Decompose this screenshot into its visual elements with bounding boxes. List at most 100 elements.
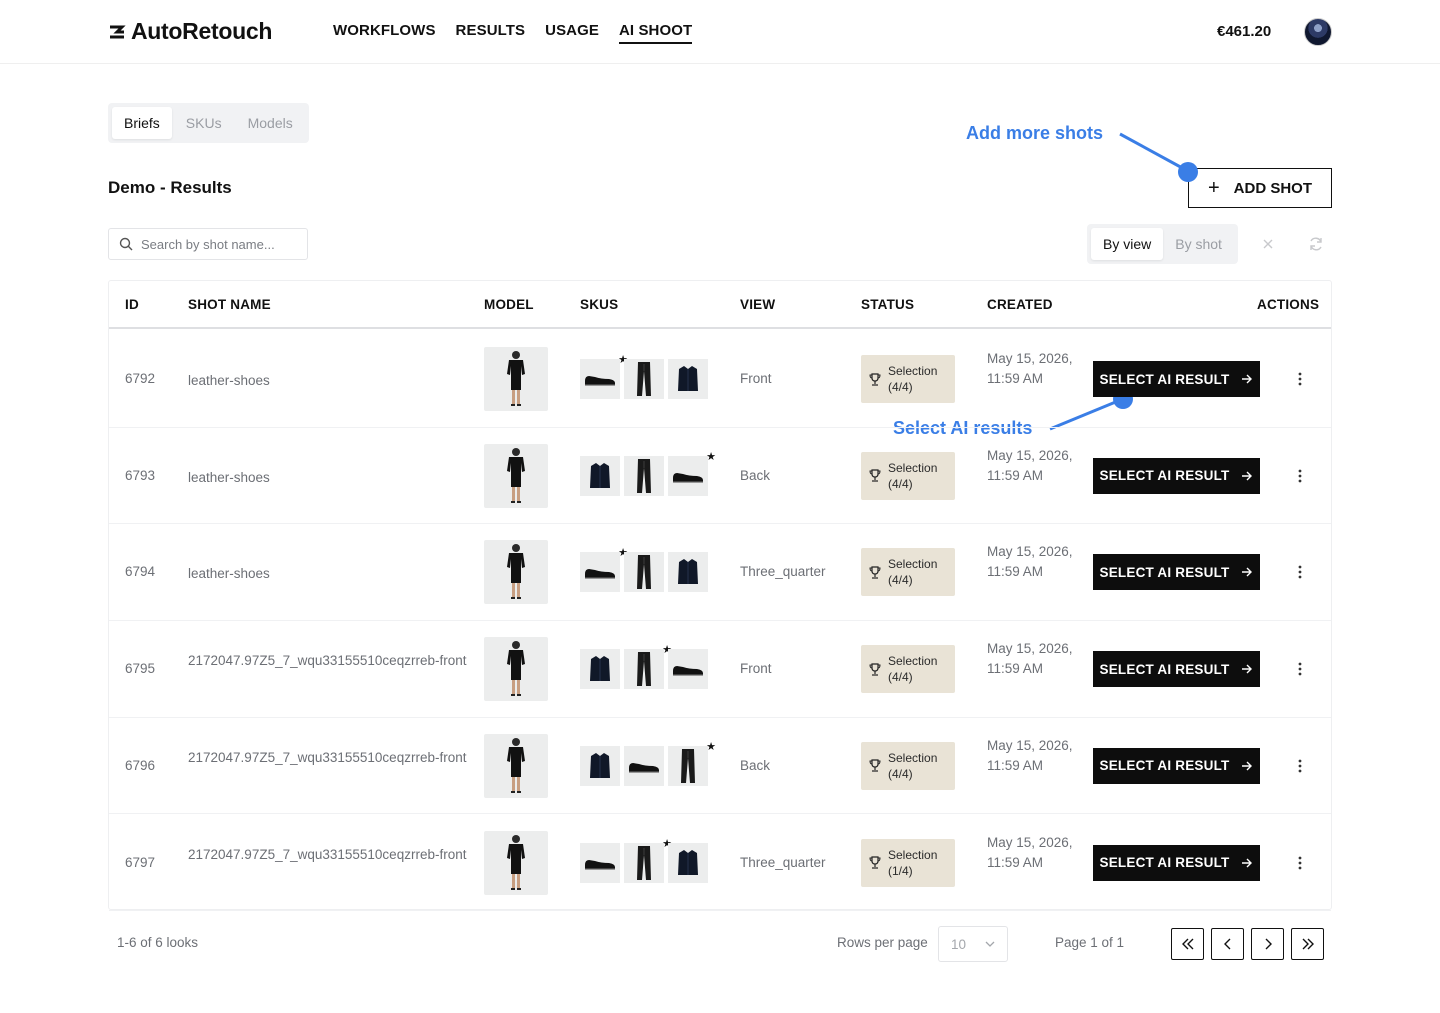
sku-thumbnail[interactable]: ★ xyxy=(624,838,672,883)
sku-thumbnail[interactable] xyxy=(668,842,708,883)
toggle-by-view[interactable]: By view xyxy=(1091,228,1164,260)
tab-briefs[interactable]: Briefs xyxy=(112,107,172,139)
tab-skus[interactable]: SKUs xyxy=(174,107,234,139)
toggle-by-shot[interactable]: By shot xyxy=(1163,228,1234,260)
row-more-options[interactable] xyxy=(1293,853,1307,873)
row-more-options[interactable] xyxy=(1293,562,1307,582)
status-count: (4/4) xyxy=(888,766,913,781)
select-ai-result-button[interactable]: SELECT AI RESULT xyxy=(1093,651,1260,688)
model-figure-icon xyxy=(507,737,525,793)
table-row[interactable]: 6794 leather-shoes ★ Three_quarter Selec… xyxy=(109,524,1331,622)
row-created: May 15, 2026, 11:59 AM xyxy=(987,351,1073,386)
row-view: Front xyxy=(740,661,772,677)
model-thumbnail[interactable] xyxy=(484,347,548,411)
select-ai-result-button[interactable]: SELECT AI RESULT xyxy=(1093,747,1260,784)
table-header: ID SHOT NAME MODEL SKUS VIEW STATUS CREA… xyxy=(109,281,1331,329)
arrow-right-icon xyxy=(1242,471,1253,481)
model-thumbnail[interactable] xyxy=(484,830,548,895)
next-page-button[interactable] xyxy=(1251,928,1284,960)
user-avatar[interactable] xyxy=(1304,18,1332,46)
sku-thumbnail[interactable]: ★ xyxy=(668,451,716,496)
table-row[interactable]: 6797 2172047.97Z5_7_wqu33155510ceqzrreb-… xyxy=(109,815,1331,912)
model-thumbnail[interactable] xyxy=(484,733,548,798)
sku-thumbnail[interactable] xyxy=(580,455,620,496)
table-row[interactable]: 6793 leather-shoes ★ Back Selection (4/4… xyxy=(109,428,1331,525)
sku-thumbnail[interactable] xyxy=(624,745,664,786)
kebab-menu-icon xyxy=(1298,372,1302,386)
arrow-right-icon xyxy=(1242,858,1253,867)
rows-per-page-select[interactable]: 10 xyxy=(938,926,1008,962)
sku-thumbnail[interactable]: ★ xyxy=(624,644,672,690)
sku-thumbnail[interactable] xyxy=(580,745,620,786)
arrow-right-icon xyxy=(1242,664,1253,674)
row-more-options[interactable] xyxy=(1293,756,1307,776)
view-toggle: By view By shot xyxy=(1087,224,1238,264)
select-ai-result-label: SELECT AI RESULT xyxy=(1099,661,1230,677)
trophy-icon xyxy=(869,372,881,386)
last-page-button[interactable] xyxy=(1291,928,1324,960)
row-id: 6795 xyxy=(125,661,156,677)
sku-thumbnail[interactable]: ★ xyxy=(668,741,716,786)
row-created: May 15, 2026, 11:59 AM xyxy=(987,544,1073,580)
arrow-right-icon xyxy=(1242,567,1253,577)
select-ai-result-button[interactable]: SELECT AI RESULT xyxy=(1093,361,1260,397)
logo-icon xyxy=(110,25,126,38)
nav-workflows[interactable]: WORKFLOWS xyxy=(333,22,436,44)
row-more-options[interactable] xyxy=(1293,466,1307,486)
row-created: May 15, 2026, 11:59 AM xyxy=(987,447,1073,483)
trophy-icon xyxy=(869,566,881,579)
pants-icon xyxy=(637,362,651,396)
model-figure-icon xyxy=(507,834,525,890)
model-thumbnail[interactable] xyxy=(484,637,548,702)
prev-page-button[interactable] xyxy=(1211,928,1244,960)
sku-thumbnail[interactable] xyxy=(668,359,708,399)
status-badge: Selection (4/4) xyxy=(861,355,955,403)
sku-thumbnail[interactable] xyxy=(668,649,708,690)
pants-icon xyxy=(637,458,651,493)
select-ai-result-button[interactable]: SELECT AI RESULT xyxy=(1093,844,1260,881)
chevron-left-icon xyxy=(1223,938,1230,950)
row-more-options[interactable] xyxy=(1293,659,1307,679)
row-view: Back xyxy=(740,757,771,773)
table-row[interactable]: 6795 2172047.97Z5_7_wqu33155510ceqzrreb-… xyxy=(109,621,1331,718)
sku-thumbnail[interactable] xyxy=(624,359,664,399)
model-thumbnail[interactable] xyxy=(484,540,548,605)
first-page-button[interactable] xyxy=(1171,928,1204,960)
status-badge: Selection (4/4) xyxy=(861,451,955,500)
sku-thumbnails: ★ xyxy=(580,547,708,593)
brand-logo[interactable]: AutoRetouch xyxy=(108,18,272,45)
header-status: STATUS xyxy=(861,297,915,312)
status-count: (1/4) xyxy=(888,863,913,878)
sku-thumbnail[interactable]: ★ xyxy=(580,354,628,399)
model-thumbnail[interactable] xyxy=(484,443,548,508)
sku-thumbnail[interactable] xyxy=(624,455,664,496)
row-id: 6797 xyxy=(125,854,156,870)
trophy-icon xyxy=(869,856,881,869)
sku-thumbnail[interactable] xyxy=(624,552,664,593)
select-ai-result-button[interactable]: SELECT AI RESULT xyxy=(1093,554,1260,591)
sku-thumbnail[interactable] xyxy=(668,552,708,593)
clear-filter-icon[interactable] xyxy=(1258,234,1278,254)
sku-thumbnail[interactable] xyxy=(580,842,620,883)
primary-star-icon: ★ xyxy=(706,740,716,753)
sku-thumbnail[interactable]: ★ xyxy=(580,547,628,593)
row-view: Three_quarter xyxy=(740,564,826,580)
table-row[interactable]: 6796 2172047.97Z5_7_wqu33155510ceqzrreb-… xyxy=(109,718,1331,815)
nav-usage[interactable]: USAGE xyxy=(545,22,599,44)
select-ai-result-button[interactable]: SELECT AI RESULT xyxy=(1093,457,1260,494)
add-shot-button[interactable]: + ADD SHOT xyxy=(1188,168,1332,208)
chevron-right-icon xyxy=(1265,938,1272,950)
refresh-icon[interactable] xyxy=(1306,234,1326,254)
tab-models[interactable]: Models xyxy=(236,107,305,139)
row-more-options[interactable] xyxy=(1293,369,1307,389)
select-ai-result-label: SELECT AI RESULT xyxy=(1099,564,1230,580)
table-row[interactable]: 6792 leather-shoes ★ Front Selection (4/… xyxy=(109,331,1331,428)
shoe-icon xyxy=(585,376,615,386)
search-input[interactable] xyxy=(141,236,291,252)
search-box xyxy=(108,228,308,260)
double-chevron-left-icon xyxy=(1181,938,1193,950)
select-ai-result-label: SELECT AI RESULT xyxy=(1099,371,1230,387)
nav-ai-shoot[interactable]: AI SHOOT xyxy=(618,22,693,44)
sku-thumbnail[interactable] xyxy=(580,649,620,690)
nav-results[interactable]: RESULTS xyxy=(456,22,526,44)
